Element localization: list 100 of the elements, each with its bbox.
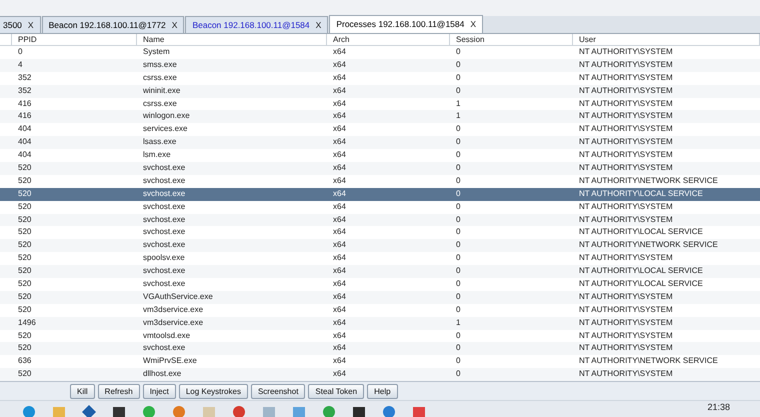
close-tab-button[interactable]: X xyxy=(28,18,34,32)
table-cell-text: x64 xyxy=(332,239,347,252)
table-cell-text: x64 xyxy=(332,278,347,290)
table-row[interactable]: 4 smss.exe x64 0 NT AUTHORITY\SYSTEM xyxy=(0,58,760,72)
table-cell-text: x64 xyxy=(332,200,347,213)
table-cell-text: 520 xyxy=(17,252,32,264)
table-row[interactable]: 520 svchost.exe x64 0 NT AUTHORITY\LOCAL SERVICE xyxy=(0,188,760,201)
table-cell-text: vm3dservice.exe xyxy=(142,316,204,329)
table-row[interactable]: 0 System x64 0 NT AUTHORITY\SYSTEM xyxy=(0,46,760,59)
tab[interactable]: 3500 X xyxy=(0,16,41,33)
table-cell-text: svchost.exe xyxy=(142,265,186,278)
table-cell-text: VGAuthService.exe xyxy=(142,290,214,303)
table-cell-text: 0 xyxy=(455,149,462,162)
table-cell-text: x64 xyxy=(332,174,347,187)
tab[interactable]: Beacon 192.168.100.11@1772 X xyxy=(42,16,184,33)
table-row[interactable]: 1496 vm3dservice.exe x64 1 NT AUTHORITY\SYSTEM xyxy=(0,316,760,330)
table-row[interactable]: 520 svchost.exe x64 0 NT AUTHORITY\SYSTEM xyxy=(0,342,760,356)
toolbar-button[interactable]: Screenshot xyxy=(250,384,306,399)
table-row[interactable]: 520 spoolsv.exe x64 0 NT AUTHORITY\SYSTEM xyxy=(0,252,760,266)
toolbar-button[interactable]: Inject xyxy=(142,384,176,399)
table-row[interactable]: 520 svchost.exe x64 0 NT AUTHORITY\SYSTEM xyxy=(0,200,760,214)
table-row[interactable]: 352 csrss.exe x64 0 NT AUTHORITY\SYSTEM xyxy=(0,72,760,85)
toolbar-button[interactable]: Log Keystrokes xyxy=(178,384,248,399)
table-cell-text: 404 xyxy=(17,136,32,148)
table-cell-text: 636 xyxy=(17,355,32,368)
table-cell-text: 352 xyxy=(17,84,32,97)
table-row[interactable]: 520 VGAuthService.exe x64 0 NT AUTHORITY\SYSTEM xyxy=(0,290,760,304)
close-tab-button[interactable]: X xyxy=(316,18,322,32)
table-row[interactable]: 416 winlogon.exe x64 1 NT AUTHORITY\SYSTEM xyxy=(0,110,760,124)
toolbar-button[interactable]: Refresh xyxy=(98,384,140,399)
table-cell-text: x64 xyxy=(332,46,347,58)
table-cell-text: 520 xyxy=(17,265,32,278)
table-row[interactable]: 404 services.exe x64 0 NT AUTHORITY\SYSTEM xyxy=(0,123,760,136)
toolbar-button[interactable]: Steal Token xyxy=(308,384,364,399)
close-tab-button[interactable]: X xyxy=(470,18,476,31)
table-cell-text: x64 xyxy=(332,265,347,278)
table-cell-text: NT AUTHORITY\LOCAL SERVICE xyxy=(578,226,704,238)
table-row[interactable]: 520 vmtoolsd.exe x64 0 NT AUTHORITY\SYSTEM xyxy=(0,330,760,342)
table-cell-text: NT AUTHORITY\SYSTEM xyxy=(578,200,674,213)
table-cell-text: x64 xyxy=(332,330,347,342)
table-cell-text: lsm.exe xyxy=(142,149,172,162)
table-cell-text: 0 xyxy=(455,265,462,278)
table-row[interactable]: 352 wininit.exe x64 0 NT AUTHORITY\SYSTEM xyxy=(0,84,760,98)
table-cell-text: 404 xyxy=(17,123,32,136)
table-cell-text: wininit.exe xyxy=(142,84,182,97)
table-cell-text: NT AUTHORITY\SYSTEM xyxy=(578,84,674,97)
table-cell-text: x64 xyxy=(332,214,347,226)
close-tab-button[interactable]: X xyxy=(172,18,178,32)
table-row[interactable]: 520 svchost.exe x64 0 NT AUTHORITY\SYSTEM xyxy=(0,162,760,175)
table-cell-text: NT AUTHORITY\SYSTEM xyxy=(578,304,674,316)
table-cell-text: lsass.exe xyxy=(142,136,178,148)
table-cell-text: NT AUTHORITY\SYSTEM xyxy=(578,136,674,148)
table-cell-text: 520 xyxy=(17,162,32,174)
clock-time: 21:38 xyxy=(707,401,730,414)
table-row[interactable]: 404 lsass.exe x64 0 NT AUTHORITY\SYSTEM xyxy=(0,136,760,150)
table-cell-text: x64 xyxy=(332,252,347,264)
table-cell-text: csrss.exe xyxy=(142,72,178,84)
table-cell-text: 4 xyxy=(17,58,24,71)
table-cell-text: 0 xyxy=(455,239,462,252)
table-cell-text: spoolsv.exe xyxy=(142,252,186,264)
table-cell-text: NT AUTHORITY\SYSTEM xyxy=(578,72,674,84)
table-cell-text: x64 xyxy=(332,355,347,368)
table-row[interactable]: 520 svchost.exe x64 0 NT AUTHORITY\NETWORK SERVICE xyxy=(0,174,760,188)
tab[interactable]: Beacon 192.168.100.11@1584 X xyxy=(185,16,328,33)
table-cell-text: NT AUTHORITY\NETWORK SERVICE xyxy=(578,355,719,368)
table-cell-text: 0 xyxy=(455,252,462,264)
table-cell-text: NT AUTHORITY\SYSTEM xyxy=(578,342,674,354)
table-cell-text: svchost.exe xyxy=(142,226,186,238)
table-row[interactable]: 520 svchost.exe x64 0 NT AUTHORITY\NETWORK SERVICE xyxy=(0,239,760,252)
tab[interactable]: Processes 192.168.100.11@1584 X xyxy=(329,15,484,33)
table-cell-text: NT AUTHORITY\SYSTEM xyxy=(578,162,674,174)
toolbar-button[interactable]: Kill xyxy=(70,384,95,399)
table-row[interactable]: 520 svchost.exe x64 0 NT AUTHORITY\LOCAL SERVICE xyxy=(0,265,760,278)
table-cell-text: 0 xyxy=(455,162,462,174)
table-cell-text: x64 xyxy=(332,149,347,162)
table-row[interactable]: 404 lsm.exe x64 0 NT AUTHORITY\SYSTEM xyxy=(0,149,760,162)
table-cell-text: svchost.exe xyxy=(142,278,186,290)
table-cell-text: x64 xyxy=(332,162,347,174)
table-cell-text: vm3dservice.exe xyxy=(142,304,204,316)
table-row[interactable]: 520 svchost.exe x64 0 NT AUTHORITY\LOCAL SERVICE xyxy=(0,226,760,240)
table-row[interactable]: 520 svchost.exe x64 0 NT AUTHORITY\SYSTEM xyxy=(0,214,760,226)
table-row[interactable]: 416 csrss.exe x64 1 NT AUTHORITY\SYSTEM xyxy=(0,98,760,110)
diamond-icon[interactable] xyxy=(82,405,96,417)
table-cell-text: x64 xyxy=(332,226,347,238)
table-cell-text: 1496 xyxy=(17,316,37,329)
table-row[interactable]: 520 svchost.exe x64 0 NT AUTHORITY\LOCAL SERVICE xyxy=(0,278,760,291)
table-row[interactable]: 636 WmiPrvSE.exe x64 0 NT AUTHORITY\NETWORK SERVICE xyxy=(0,355,760,368)
table-cell-text: 520 xyxy=(17,278,32,290)
table-cell-text: x64 xyxy=(332,342,347,354)
table-cell-text: x64 xyxy=(332,84,347,97)
table-row[interactable]: 520 dllhost.exe x64 0 NT AUTHORITY\SYSTEM xyxy=(0,368,760,382)
table-cell-text: 520 xyxy=(17,188,32,200)
table-cell-text: services.exe xyxy=(142,123,188,136)
table-cell-text: NT AUTHORITY\SYSTEM xyxy=(578,290,674,303)
table-cell-text: 1 xyxy=(455,316,462,329)
table-cell-text: x64 xyxy=(332,290,347,303)
table-cell-text: NT AUTHORITY\LOCAL SERVICE xyxy=(578,265,704,278)
table-cell-text: NT AUTHORITY\LOCAL SERVICE xyxy=(578,188,704,200)
toolbar-button[interactable]: Help xyxy=(367,384,398,399)
table-row[interactable]: 520 vm3dservice.exe x64 0 NT AUTHORITY\SYSTEM xyxy=(0,304,760,317)
